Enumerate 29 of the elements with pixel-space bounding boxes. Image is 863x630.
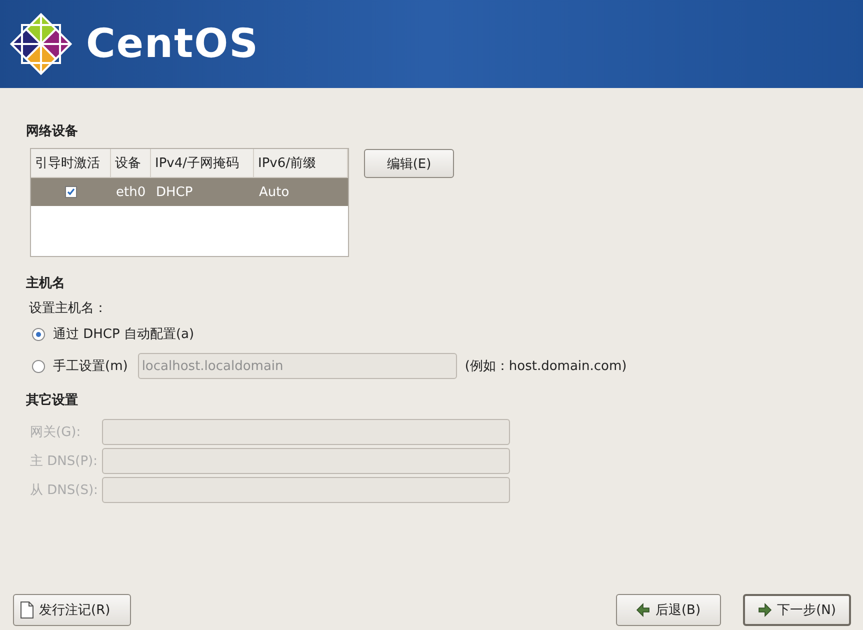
- logo-text: CentOS: [86, 21, 259, 67]
- radio-label[interactable]: 通过 DHCP 自动配置(a): [53, 325, 194, 343]
- radio-label[interactable]: 手工设置(m): [53, 357, 128, 375]
- next-arrow-icon: [758, 603, 772, 617]
- field-label: 主 DNS(P):: [30, 452, 98, 470]
- field-label: 从 DNS(S):: [30, 482, 99, 498]
- section-title: 网络设备: [26, 123, 79, 140]
- release-notes-button[interactable]: 发行注记(R): [13, 594, 131, 626]
- field-label: 设置主机名：: [29, 300, 108, 317]
- column-header[interactable]: 引导时激活: [31, 149, 111, 177]
- back-button[interactable]: 后退(B): [616, 594, 721, 626]
- document-icon: [20, 601, 34, 619]
- table-cell-text: DHCP: [155, 184, 194, 202]
- table-row[interactable]: eth0 DHCP Auto: [31, 178, 348, 206]
- field-label: 网关(G):: [30, 424, 82, 440]
- section-title: 其它设置: [26, 392, 79, 409]
- next-button[interactable]: 下一步(N): [743, 594, 851, 626]
- edit-button[interactable]: 编辑(E): [364, 149, 454, 178]
- table-cell-text: Auto: [258, 184, 290, 202]
- column-header[interactable]: IPv6/前缀: [254, 149, 348, 177]
- table-cell-text: eth0: [115, 184, 147, 202]
- radio-button[interactable]: [32, 360, 45, 372]
- column-header[interactable]: 设备: [111, 149, 151, 177]
- radio-button[interactable]: [32, 328, 45, 340]
- hint-text: (例如：host.domain.com): [464, 358, 627, 375]
- column-header[interactable]: IPv4/子网掩码: [151, 149, 254, 177]
- section-title: 主机名: [26, 274, 66, 292]
- checkbox[interactable]: [65, 186, 77, 198]
- back-arrow-icon: [636, 603, 650, 617]
